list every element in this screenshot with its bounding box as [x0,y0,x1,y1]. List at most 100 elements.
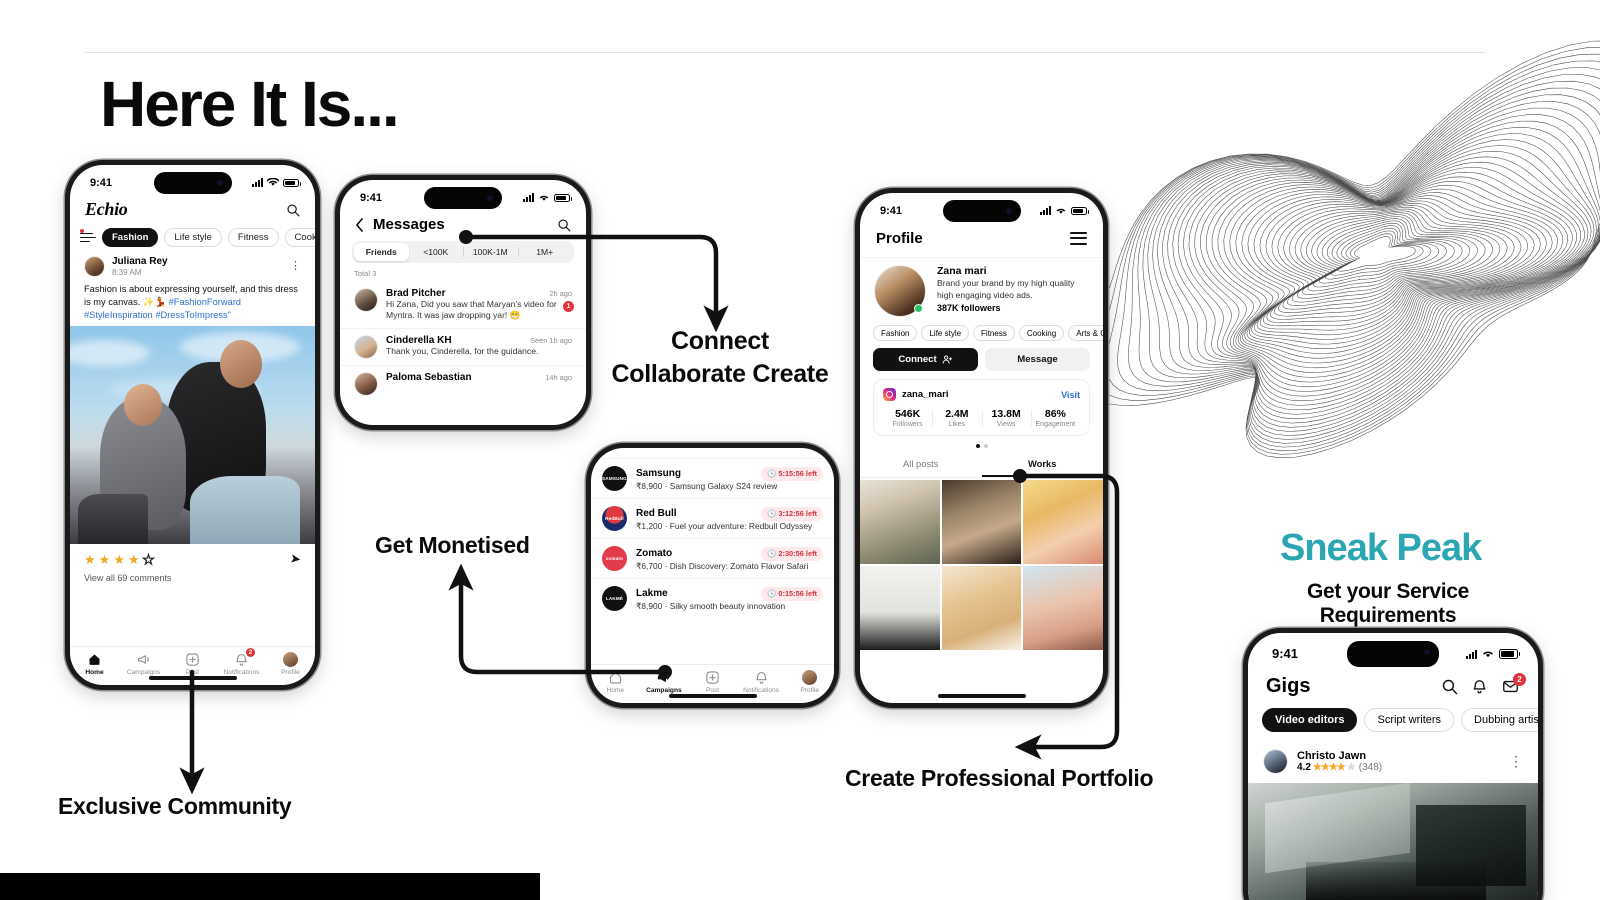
wifi-icon [1483,651,1493,658]
chip-cooking[interactable]: Cooking [284,228,315,247]
signal-icon [252,178,263,187]
star-filled[interactable]: ★ [113,553,125,566]
portfolio-cell[interactable] [941,480,1022,564]
avatar[interactable] [874,265,926,317]
brand-name: Samsung [636,468,682,479]
tag-cooking[interactable]: Cooking [1018,325,1065,341]
connect-button[interactable]: Connect [873,348,978,371]
portfolio-cell[interactable] [860,480,940,564]
visit-link[interactable]: Visit [1061,390,1080,400]
portfolio-grid [860,478,1103,650]
tab-home[interactable]: Home [591,670,640,694]
rating-row[interactable]: ★ ★ ★ ★ ★ ➤ [70,544,315,569]
table-row[interactable]: RedBull Red Bull 🕓 3:12:56 left ₹1,200 ·… [591,498,834,538]
search-icon[interactable] [1441,678,1458,695]
post-image[interactable] [70,326,315,545]
review-count: (348) [1358,762,1383,773]
segment-1m-plus[interactable]: 1M+ [517,243,573,261]
portfolio-cell[interactable] [941,566,1022,650]
tab-post[interactable]: Post [688,670,737,694]
avatar[interactable] [84,256,105,277]
profile-summary: Zana mari Brand your brand by my high qu… [860,257,1103,325]
stat-label: Views [996,421,1016,428]
brand-name: Zomato [636,548,673,559]
plus-square-icon [185,652,200,667]
gig-video-preview[interactable] [1248,783,1538,900]
table-row[interactable]: SAMSUNG Samsung 🕓 5:15:56 left ₹8,900 · … [591,458,834,498]
chevron-left-icon[interactable] [355,217,364,232]
tag-fashion[interactable]: Fashion [873,325,918,341]
profile-actions: Connect Message [860,348,1103,379]
tag-lifestyle[interactable]: Life style [921,325,970,341]
campaign-amount: ₹8,900 [636,600,663,611]
list-item[interactable]: Christo Jawn 4.2 ★★★★ ★ (348) ⋮ [1248,743,1538,778]
filter-icon[interactable] [80,228,96,245]
campaign-amount: ₹6,700 [636,560,663,571]
message-button[interactable]: Message [985,348,1090,371]
segment-100k-1m[interactable]: 100K-1M [463,243,518,261]
table-row[interactable]: zomato Zomato 🕓 2:30:56 left ₹6,700 · Di… [591,538,834,578]
list-item[interactable]: Brad Pitcher 2h ago Hi Zana, Did you saw… [340,282,586,328]
countdown-badge: 🕓 2:30:56 left [761,546,823,561]
chip-dubbing-artist[interactable]: Dubbing artist [1461,708,1538,732]
tab-profile[interactable]: Profile [266,652,315,676]
search-icon[interactable] [557,218,571,232]
table-row[interactable]: LAKMÉ Lakme 🕓 0:15:56 left ₹8,900 · Silk… [591,578,834,618]
bell-icon[interactable] [1471,678,1488,695]
portfolio-cell[interactable] [860,566,940,650]
brand-logo: LAKMÉ [602,586,627,611]
post-menu-icon[interactable]: ⋮ [290,261,301,271]
mail-badge: 2 [1513,673,1526,686]
tag-fitness[interactable]: Fitness [973,325,1015,341]
star-filled[interactable]: ★ [128,553,140,566]
tab-profile[interactable]: Profile [785,670,834,694]
tab-notifications[interactable]: Notifications [737,670,786,694]
tab-notifications[interactable]: 2 Notifications [217,648,266,676]
sneak-peak-title: Sneak Peak [1280,527,1482,569]
chip-fitness[interactable]: Fitness [227,228,279,247]
bottom-black-bar [0,873,540,900]
tab-home[interactable]: Home [70,652,119,676]
campaign-amount: ₹1,200 [636,520,663,531]
list-item[interactable]: Paloma Sebastian 14h ago [340,364,586,402]
search-icon[interactable] [286,203,300,217]
campaign-desc: Silky smooth beauty innovation [669,600,786,611]
view-comments-link[interactable]: View all 69 comments [70,569,315,583]
list-item[interactable]: Cinderella KH Seen 1h ago Thank you, Cin… [340,327,586,365]
avatar [1263,749,1288,774]
hamburger-icon[interactable] [1070,228,1087,248]
segment-friends[interactable]: Friends [354,243,409,261]
tab-label: Home [606,687,625,694]
stat-likes: 2.4M Likes [932,408,981,428]
annotation-line2: Collaborate Create [611,359,829,388]
chip-video-editors[interactable]: Video editors [1262,708,1358,732]
phone-messages: 9:41 Messages Friends <100K 100K-1M 1M+ … [335,175,591,430]
mail-icon-wrap[interactable]: 2 [1501,673,1526,695]
portfolio-cell[interactable] [1023,480,1103,564]
tab-post[interactable]: Post [168,652,217,676]
tab-all-posts[interactable]: All posts [860,453,982,477]
tab-campaigns[interactable]: Campaigns [640,670,689,694]
carousel-dots[interactable] [860,436,1103,453]
annotation-portfolio: Create Professional Portfolio [845,765,1154,791]
chip-script-writers[interactable]: Script writers [1364,708,1455,732]
segment-under-100k[interactable]: <100K [409,243,464,261]
avatar [354,371,378,396]
star-filled[interactable]: ★ [84,553,96,566]
share-icon[interactable]: ➤ [289,551,302,568]
signal-icon [1466,648,1477,659]
tag-arts-craft[interactable]: Arts & Craft [1068,325,1103,341]
tab-works[interactable]: Works [981,453,1103,477]
chip-lifestyle[interactable]: Life style [164,228,222,247]
brand-logo: zomato [602,546,627,571]
stat-value: 13.8M [991,408,1021,420]
brand-name: Lakme [636,588,668,599]
tab-campaigns[interactable]: Campaigns [119,652,168,676]
star-filled[interactable]: ★ [99,553,111,566]
star-empty[interactable]: ★ [142,552,155,566]
brand-logo: RedBull [602,506,627,531]
stat-followers: 546K Followers [883,408,932,428]
kebab-menu-icon[interactable]: ⋮ [1509,754,1523,769]
chip-fashion[interactable]: Fashion [102,228,159,247]
portfolio-cell[interactable] [1023,566,1103,650]
